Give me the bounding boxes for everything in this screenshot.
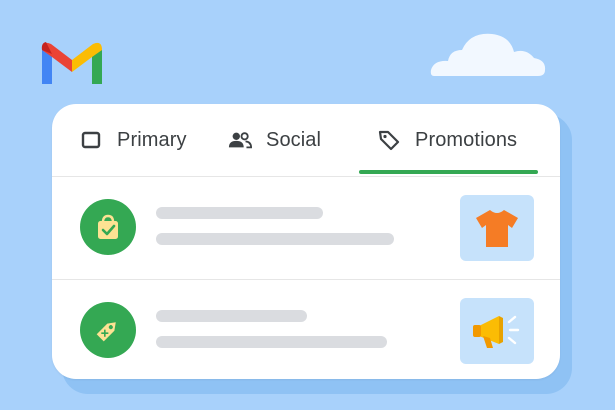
list-item[interactable] (52, 177, 560, 279)
inbox-card: Primary Social Promotions (52, 104, 560, 379)
selected-tab-indicator (359, 170, 538, 174)
tab-promotions[interactable]: Promotions (377, 104, 517, 176)
subject-placeholder (156, 207, 323, 219)
people-icon (228, 128, 252, 152)
tab-primary-label: Primary (117, 128, 187, 151)
tag-icon (377, 128, 401, 152)
tshirt-icon (460, 195, 534, 261)
tab-social[interactable]: Social (228, 104, 321, 176)
list-item[interactable] (52, 279, 560, 379)
tab-promotions-label: Promotions (415, 128, 518, 151)
price-tag-icon (80, 302, 136, 358)
megaphone-icon (460, 298, 534, 364)
snippet-placeholder (156, 233, 394, 245)
shopping-bag-check-icon (80, 199, 136, 255)
cloud-decoration (430, 33, 546, 76)
tab-social-label: Social (266, 128, 322, 151)
tab-primary[interactable]: Primary (79, 104, 187, 176)
gmail-logo-icon (41, 42, 102, 84)
inbox-icon (79, 128, 103, 152)
snippet-placeholder (156, 336, 387, 348)
subject-placeholder (156, 310, 307, 322)
inbox-tabs: Primary Social Promotions (52, 104, 560, 177)
